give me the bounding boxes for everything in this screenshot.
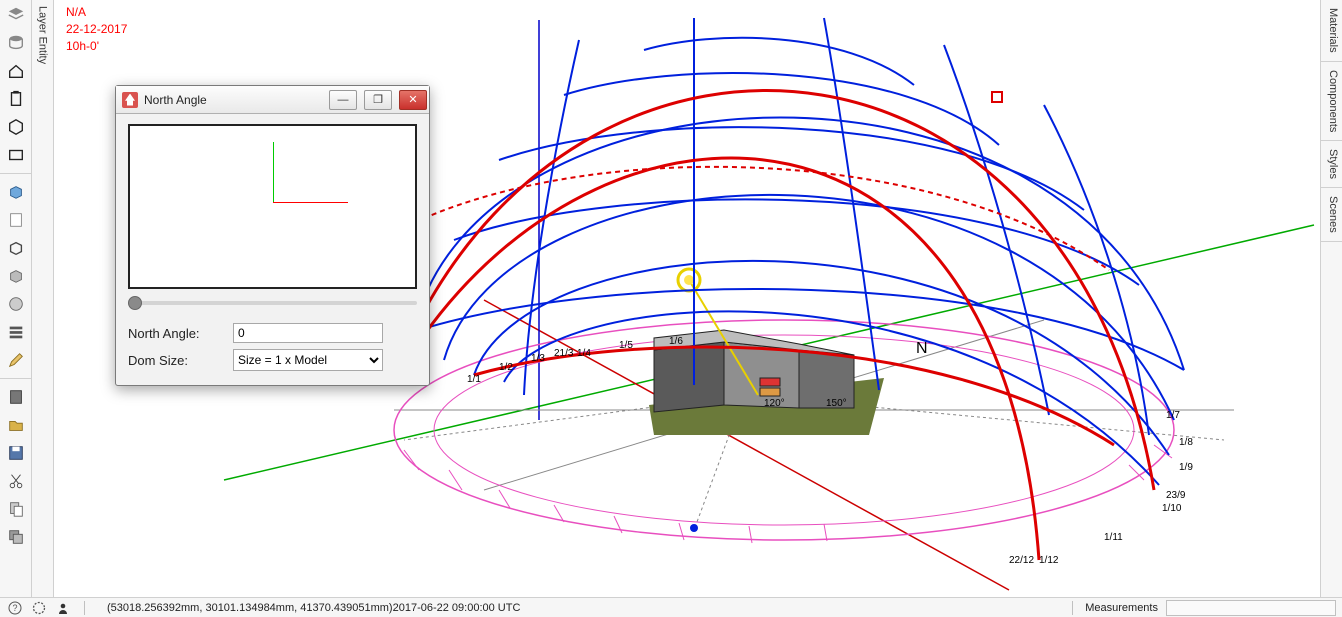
open-icon[interactable] [3, 412, 29, 438]
status-bar: ? (53018.256392mm, 30101.134984mm, 41370… [0, 597, 1342, 617]
minimize-button[interactable]: — [329, 90, 357, 110]
svg-text:?: ? [12, 603, 17, 613]
status-coords: (53018.256392mm, 30101.134984mm, 41370.4… [107, 602, 520, 614]
cut-icon[interactable] [3, 468, 29, 494]
lbl-1-7: 1/7 [1166, 410, 1180, 421]
person-icon[interactable] [56, 601, 70, 615]
building [654, 330, 854, 412]
cube-outline-icon[interactable] [3, 235, 29, 261]
close-button[interactable]: ✕ [399, 90, 427, 110]
sketchup-app-icon [122, 92, 138, 108]
floppy-icon[interactable] [3, 440, 29, 466]
north-angle-input[interactable] [233, 323, 383, 343]
left-toolbar [0, 0, 32, 597]
maximize-button[interactable]: ❐ [364, 90, 392, 110]
dom-size-select[interactable]: Size = 1 x Model Size = 2 x Model Size =… [233, 349, 383, 371]
help-icon[interactable]: ? [8, 601, 22, 615]
home-icon[interactable] [3, 58, 29, 84]
angle-150: 150° [826, 398, 847, 409]
lbl-1-8: 1/8 [1179, 437, 1193, 448]
paste-icon[interactable] [3, 496, 29, 522]
measurements-label: Measurements [1085, 602, 1158, 614]
hexagon-icon[interactable] [3, 114, 29, 140]
model-viewport[interactable]: N/A 22-12-2017 10h-0' [54, 0, 1320, 597]
layer-entity-label: Layer Entity [37, 6, 49, 64]
north-label: N [916, 340, 928, 358]
stripes-icon[interactable] [3, 319, 29, 345]
lbl-23-9: 23/9 [1166, 490, 1185, 501]
dialog-body: North Angle: Dom Size: Size = 1 x Model … [116, 114, 429, 385]
clipboard-icon[interactable] [3, 86, 29, 112]
geo-icon[interactable] [32, 601, 46, 615]
tray-materials[interactable]: Materials [1321, 0, 1342, 62]
sphere-icon[interactable] [3, 291, 29, 317]
cube-blue-icon[interactable] [3, 179, 29, 205]
lbl-1-5: 1/5 [619, 340, 633, 351]
dom-size-label: Dom Size: [128, 353, 233, 368]
compass-red-axis [273, 202, 348, 203]
lbl-1-3: 1/3 [531, 353, 545, 364]
tray-components[interactable]: Components [1321, 62, 1342, 141]
lbl-1-10: 1/10 [1162, 503, 1181, 514]
compass-preview [128, 124, 417, 289]
lbl-1-12: 1/12 [1039, 555, 1058, 566]
database-icon[interactable] [3, 30, 29, 56]
pencil-icon[interactable] [3, 347, 29, 373]
north-angle-slider[interactable] [128, 301, 417, 305]
north-angle-label: North Angle: [128, 326, 233, 341]
dialog-title: North Angle [144, 93, 207, 107]
north-angle-dialog[interactable]: North Angle — ❐ ✕ North Angle: Dom Size:… [115, 85, 430, 386]
dialog-titlebar[interactable]: North Angle — ❐ ✕ [116, 86, 429, 114]
book-icon[interactable] [3, 384, 29, 410]
layers-icon[interactable] [3, 2, 29, 28]
lbl-1-9: 1/9 [1179, 462, 1193, 473]
lbl-1-1: 1/1 [467, 374, 481, 385]
angle-120: 120° [764, 398, 785, 409]
sheet-icon[interactable] [3, 207, 29, 233]
lbl-1-2: 1/2 [499, 362, 513, 373]
tray-styles[interactable]: Styles [1321, 141, 1342, 188]
layer-entity-panel: Layer Entity [32, 0, 54, 597]
lbl-1-11: 1/11 [1104, 532, 1123, 543]
lbl-1-4: 1/4 [577, 348, 591, 359]
lbl-22-12: 22/12 [1009, 555, 1034, 566]
compass-green-axis [273, 142, 274, 202]
measurements-input[interactable] [1166, 600, 1336, 616]
lbl-21-3: 21/3 [554, 348, 573, 359]
lbl-1-6: 1/6 [669, 336, 683, 347]
tray-scenes[interactable]: Scenes [1321, 188, 1342, 242]
right-trays: Materials Components Styles Scenes [1320, 0, 1342, 597]
cube-gray-icon[interactable] [3, 263, 29, 289]
stack-icon[interactable] [3, 524, 29, 550]
rect-icon[interactable] [3, 142, 29, 168]
